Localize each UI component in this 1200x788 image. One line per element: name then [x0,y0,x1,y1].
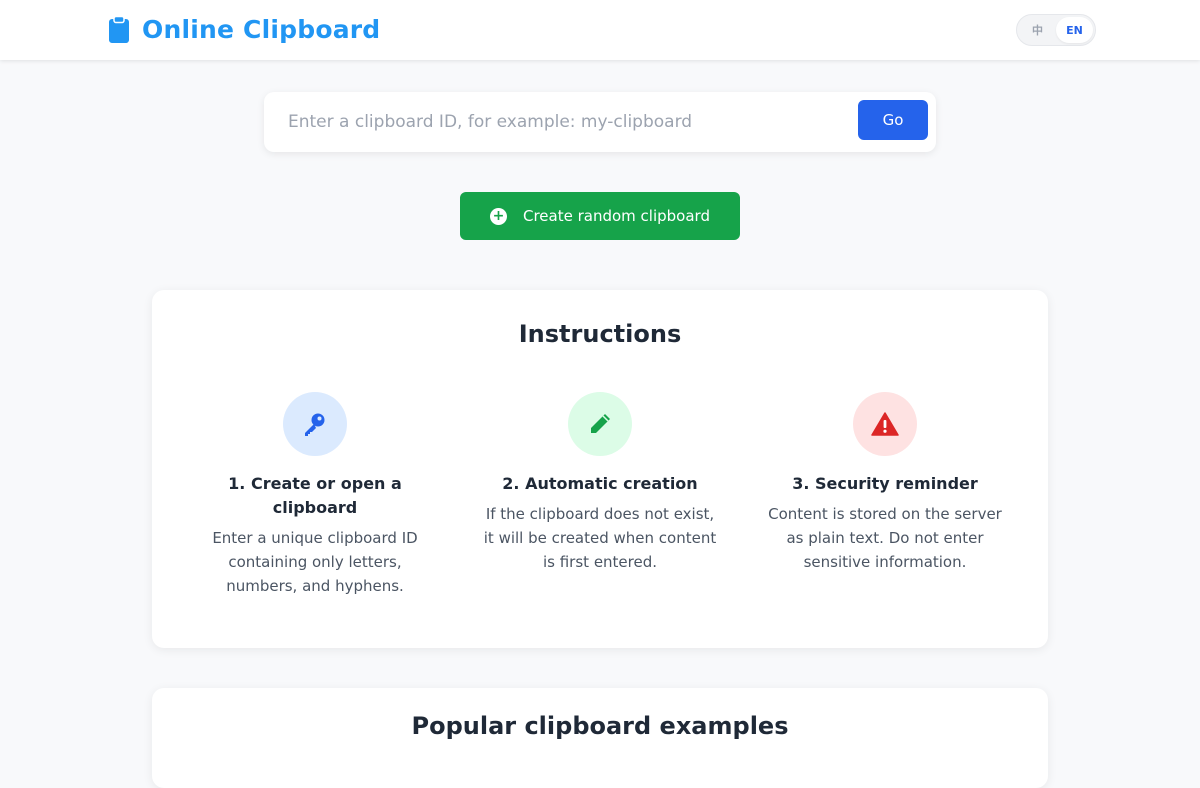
create-random-clipboard-button[interactable]: + Create random clipboard [460,192,740,240]
instruction-step-2: 2. Automatic creation If the clipboard d… [480,392,720,574]
popular-examples-card: Popular clipboard examples [152,688,1048,788]
step-1-description: Enter a unique clipboard ID containing o… [212,529,418,595]
step-2-description: If the clipboard does not exist, it will… [483,505,717,571]
key-icon [305,413,325,436]
clipboard-id-input[interactable] [288,106,848,138]
app-title: Online Clipboard [142,15,381,44]
step-1-title: 1. Create or open a clipboard [228,474,402,517]
step-3-title: 3. Security reminder [792,474,978,493]
step-1-icon-circle [283,392,347,456]
step-3-icon-circle [853,392,917,456]
instruction-step-3: 3. Security reminder Content is stored o… [765,392,1005,574]
language-toggle[interactable]: 中 EN [1016,14,1096,46]
top-header: Online Clipboard 中 EN [0,0,1200,60]
step-2-title: 2. Automatic creation [502,474,698,493]
brand[interactable]: Online Clipboard [108,15,380,44]
popular-examples-title: Popular clipboard examples [411,712,789,740]
clipboard-icon [109,15,129,43]
create-random-label: Create random clipboard [523,207,710,225]
search-box: Go [264,92,936,152]
instructions-card: Instructions 1. Create or open a clipboa… [152,290,1048,648]
pencil-icon [591,414,610,433]
go-button[interactable]: Go [858,100,928,140]
instruction-step-1: 1. Create or open a clipboard Enter a un… [195,392,435,598]
plus-circle-icon: + [490,207,507,225]
lang-option-en[interactable]: EN [1056,17,1093,43]
step-2-icon-circle [568,392,632,456]
lang-option-zh[interactable]: 中 [1019,17,1056,43]
warning-icon [871,412,899,436]
instructions-title: Instructions [518,320,682,348]
step-3-description: Content is stored on the server as plain… [768,505,1002,571]
